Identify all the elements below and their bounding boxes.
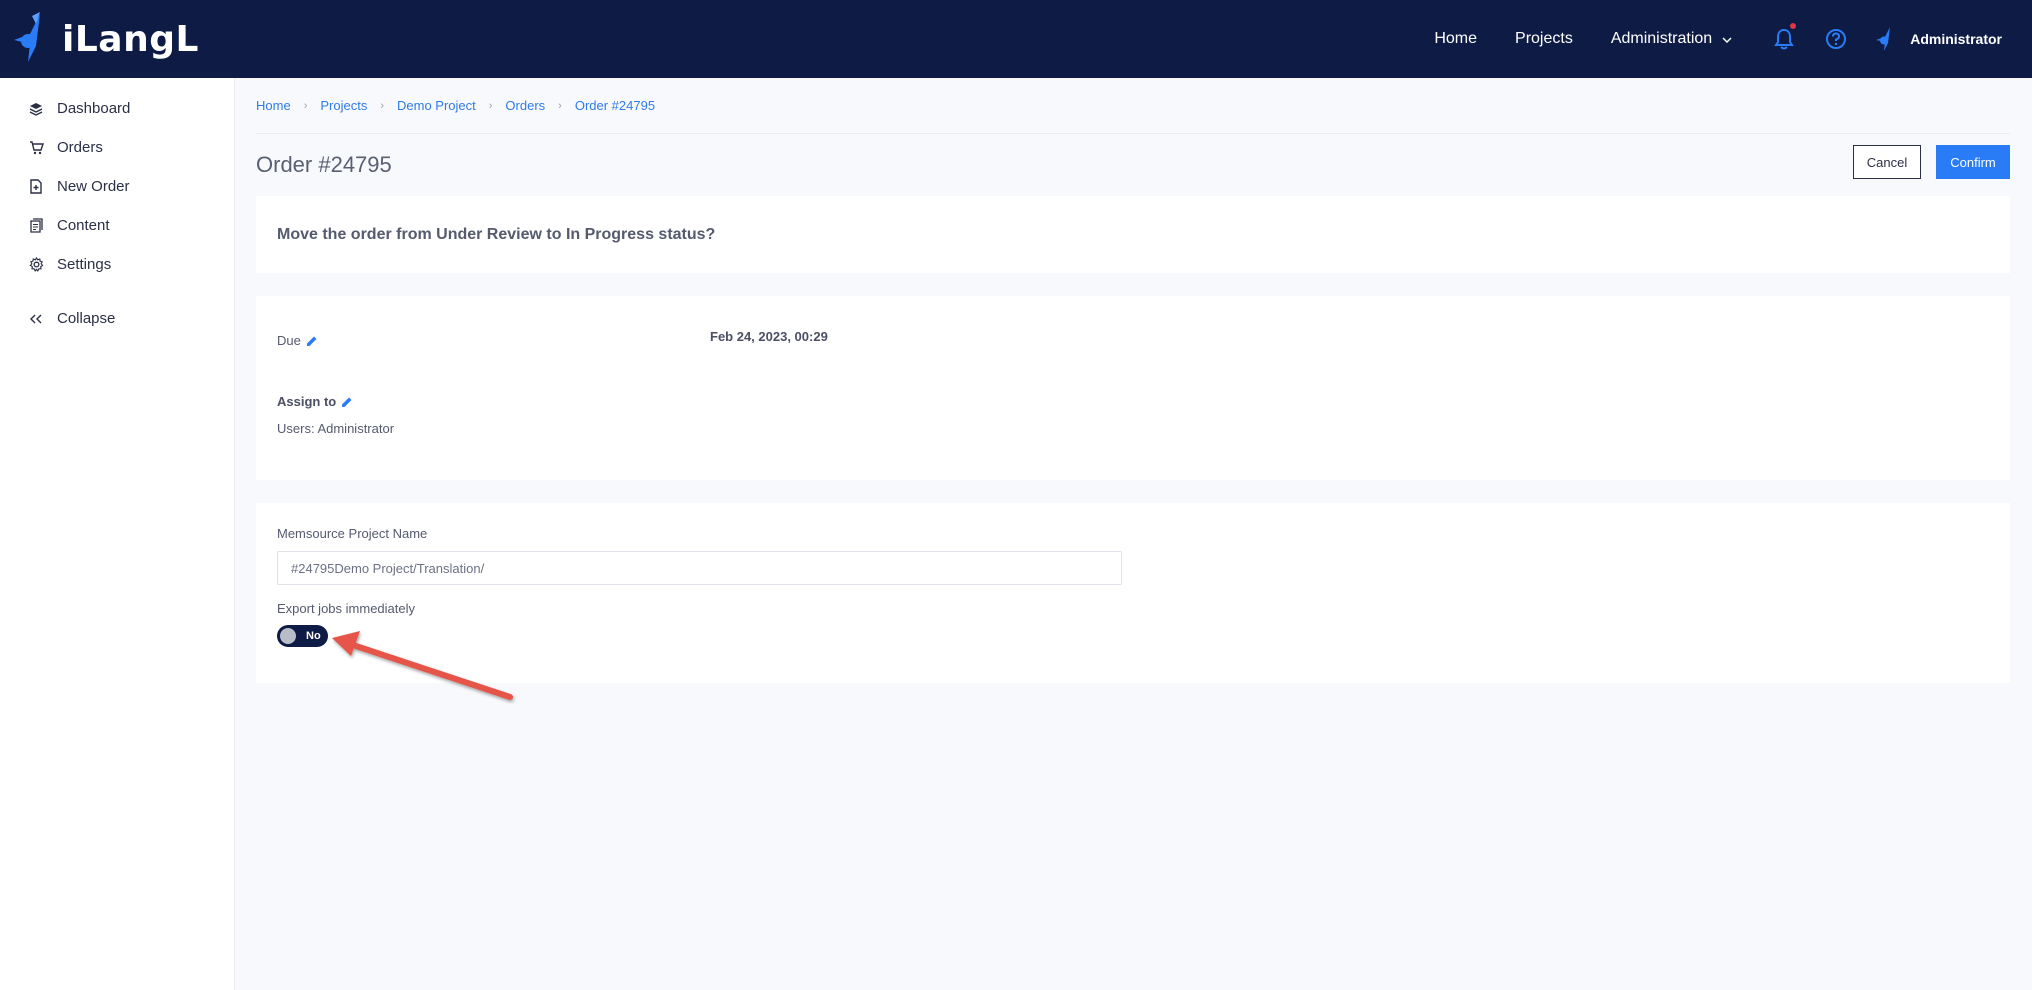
confirm-button[interactable]: Confirm [1936,145,2010,179]
logo[interactable]: iLangL [10,10,199,68]
sidebar-item-new-order[interactable]: New Order [0,167,234,206]
sidebar-item-dashboard[interactable]: Dashboard [0,89,234,128]
logo-icon [14,12,40,62]
collapse-label: Collapse [57,310,116,327]
toggle-label: No [306,630,321,642]
sidebar-item-orders[interactable]: Orders [0,128,234,167]
due-label-text: Due [277,333,301,348]
sidebar-item-content[interactable]: Content [0,206,234,245]
breadcrumb-orders[interactable]: Orders [505,98,545,113]
page-title: Order #24795 [256,152,392,177]
top-navigation-bar: iLangL Home Projects Administration Admi… [0,0,2032,78]
sidebar-item-label: Dashboard [57,100,131,117]
status-question-card: Move the order from Under Review to In P… [256,196,2010,273]
assign-label-text: Assign to [277,394,337,409]
cancel-button[interactable]: Cancel [1853,145,1921,179]
notification-dot [1790,23,1797,29]
bell-icon [1774,28,1795,50]
user-menu[interactable]: Administrator [1874,25,2002,53]
nav-administration[interactable]: Administration [1611,30,1732,48]
action-buttons: Cancel Confirm [1853,145,2010,179]
edit-due-icon[interactable] [306,335,318,347]
logo-text: iLangL [62,18,199,60]
layers-icon [28,101,44,117]
main-content: Home › Projects › Demo Project › Orders … [256,78,2010,683]
sidebar-item-label: New Order [57,178,130,195]
chevron-down-icon [1722,32,1732,46]
double-chevron-left-icon [28,311,44,327]
status-question: Move the order from Under Review to In P… [277,225,716,243]
breadcrumb: Home › Projects › Demo Project › Orders … [256,78,2010,134]
export-jobs-label: Export jobs immediately [277,601,415,616]
chevron-right-icon: › [488,99,493,112]
breadcrumb-home[interactable]: Home [256,98,291,113]
chevron-right-icon: › [558,99,562,112]
order-details-card: Due Feb 24, 2023, 00:29 Assign to Users:… [256,296,2010,480]
cart-icon [28,140,44,156]
nav-home[interactable]: Home [1434,30,1477,48]
due-label: Due [277,333,318,348]
assign-label: Assign to [277,394,353,409]
assign-value: Users: Administrator [277,421,395,436]
sidebar-item-label: Content [57,217,110,234]
top-nav: Home Projects Administration Administrat… [1434,0,2032,78]
memsource-project-name-label: Memsource Project Name [277,526,428,541]
sidebar: Dashboard Orders New Order Content Setti… [0,78,235,990]
sidebar-item-label: Orders [57,139,103,156]
help-button[interactable] [1822,25,1850,53]
gear-icon [28,257,44,273]
edit-assign-icon[interactable] [341,396,353,408]
new-document-icon [28,179,44,195]
nav-administration-label: Administration [1610,30,1713,47]
nav-projects[interactable]: Projects [1515,30,1573,48]
nav-projects-label: Projects [1515,30,1573,47]
title-row: Order #24795 Cancel Confirm [256,134,2010,196]
sidebar-item-label: Settings [57,256,112,273]
user-name: Administrator [1910,31,2002,47]
chevron-right-icon: › [303,99,308,112]
breadcrumb-demo-project[interactable]: Demo Project [397,98,476,113]
toggle-knob [280,628,296,644]
memsource-project-name-input[interactable] [277,551,1122,585]
documents-icon [28,218,44,234]
sidebar-collapse[interactable]: Collapse [0,299,234,338]
user-avatar-icon [1876,27,1891,51]
sidebar-item-settings[interactable]: Settings [0,245,234,284]
chevron-right-icon: › [380,99,384,112]
breadcrumb-projects[interactable]: Projects [320,98,367,113]
annotation-arrow-icon [332,631,513,700]
notifications-button[interactable] [1770,23,1798,53]
help-icon [1826,29,1847,49]
nav-home-label: Home [1434,30,1478,47]
due-value: Feb 24, 2023, 00:29 [710,329,828,344]
breadcrumb-order[interactable]: Order #24795 [575,98,655,113]
